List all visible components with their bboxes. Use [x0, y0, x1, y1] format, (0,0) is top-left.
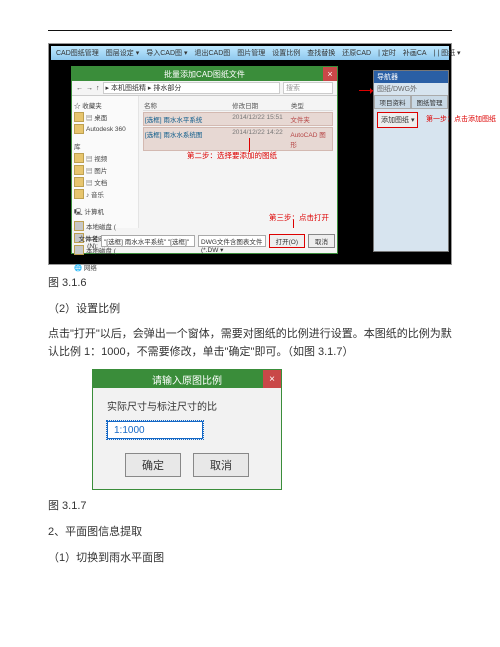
menu-item[interactable]: | 定时 [375, 48, 399, 58]
sidebar-item[interactable]: ▤ 桌面 [74, 111, 136, 123]
panel-title: 导航器 [374, 71, 448, 83]
filename-label: 文件名(N): [74, 233, 98, 250]
tab-project[interactable]: 项目资料 [374, 95, 411, 109]
paragraph: 点击"打开"以后，会弹出一个窗体，需要对图纸的比例进行设置。本图纸的比例为默认比… [48, 326, 452, 361]
figure-316: CAD图纸管理 图层设定 ▾ 导入CAD图 ▾ 退出CAD图 图片管理 设置比例… [48, 43, 452, 265]
disk-icon [74, 221, 84, 231]
sidebar-item[interactable]: ▤ 文档 [74, 176, 136, 188]
panel-tabs: 项目资料 图纸管理 [374, 95, 448, 109]
figure-caption: 图 3.1.6 [48, 275, 452, 293]
filter-select[interactable]: DWG文件含图表文件(*.DW ▾ [198, 235, 266, 247]
list-item[interactable]: [选框] 雨水水系统图2014/12/22 14:22AutoCAD 图形 [143, 127, 333, 151]
filename-input[interactable]: "[选框] 雨水水平系统" "[选框]" [101, 235, 195, 247]
list-item[interactable]: [选框] 雨水水平系统2014/12/22 15:51文件夹 [143, 112, 333, 126]
sidebar-item[interactable]: ▤ 视频 [74, 152, 136, 164]
section-heading: （1）切换到雨水平面图 [48, 550, 452, 568]
close-icon[interactable]: × [263, 370, 281, 388]
sidebar-item[interactable]: 🌐 网络 [74, 261, 136, 273]
annotation-step1: 第一步：点击添加图纸 [426, 114, 496, 124]
sidebar-item[interactable]: Autodesk 360 [74, 123, 136, 135]
fwd-icon[interactable]: → [86, 85, 93, 92]
folder-icon [74, 189, 84, 199]
menu-item[interactable]: 图层设定 ▾ [103, 48, 142, 58]
sidebar-item[interactable]: ♪ 音乐 [74, 188, 136, 200]
menu-item[interactable]: 退出CAD图 [192, 48, 234, 58]
open-button[interactable]: 打开(O) [269, 234, 305, 248]
dialog-title: 批量添加CAD图纸文件 × [72, 67, 337, 81]
up-icon[interactable]: ↑ [96, 85, 100, 92]
menu-item[interactable]: CAD图纸管理 [53, 48, 102, 58]
folder-icon [74, 153, 84, 163]
menu-item[interactable]: | | 图纸 ▾ [431, 48, 464, 58]
menu-item[interactable]: 设置比例 [269, 48, 303, 58]
dialog-title-text: 请输入原图比例 [152, 372, 222, 387]
dialog-title-text: 批量添加CAD图纸文件 [164, 69, 245, 80]
path-field[interactable]: ▸ 本机图纸精 ▸ 排水部分 [103, 82, 281, 94]
folder-icon [74, 165, 84, 175]
sidebar-item[interactable]: ☆ 收藏夹 [74, 99, 136, 111]
folder-icon [74, 124, 84, 134]
sidebar-item[interactable]: 库 [74, 140, 136, 152]
folder-icon [74, 177, 84, 187]
panel-hint: 图纸/DWG外 [374, 83, 448, 95]
menu-item[interactable]: 还原CAD [339, 48, 374, 58]
dialog-sidebar: ☆ 收藏夹 ▤ 桌面 Autodesk 360 库 ▤ 视频 ▤ 图片 ▤ 文档… [72, 96, 139, 228]
cancel-button[interactable]: 取消 [308, 234, 335, 248]
annotation-step3: 第三步：点击打开 [269, 212, 329, 223]
folder-icon [74, 112, 84, 122]
ok-button[interactable]: 确定 [125, 453, 181, 477]
cancel-button[interactable]: 取消 [193, 453, 249, 477]
scale-input[interactable]: 1:1000 [107, 421, 203, 439]
app-toolbar: CAD图纸管理 图层设定 ▾ 导入CAD图 ▾ 退出CAD图 图片管理 设置比例… [51, 46, 449, 60]
menu-item[interactable]: 导入CAD图 ▾ [143, 48, 190, 58]
file-list: 名称修改日期类型 [选框] 雨水水平系统2014/12/22 15:51文件夹 … [139, 96, 337, 228]
dialog-nav: ← → ↑ ▸ 本机图纸精 ▸ 排水部分 搜索 [72, 81, 337, 96]
close-icon[interactable]: × [323, 67, 337, 81]
add-drawing-button[interactable]: 添加图纸 ▾ [377, 112, 418, 128]
right-panel: 导航器 图纸/DWG外 项目资料 图纸管理 添加图纸 ▾ [373, 70, 449, 252]
figure-caption: 图 3.1.7 [48, 498, 452, 516]
back-icon[interactable]: ← [76, 85, 83, 92]
annotation-step2: 第二步：选择要添加的图纸 [187, 150, 277, 161]
search-input[interactable]: 搜索 [283, 82, 333, 94]
menu-item[interactable]: 补画CA [400, 48, 430, 58]
scale-label: 实际尺寸与标注尺寸的比 [107, 398, 267, 413]
list-header: 名称修改日期类型 [143, 100, 333, 111]
dialog-title: 请输入原图比例 × [93, 370, 281, 388]
sidebar-item[interactable]: 🖳 计算机 [74, 205, 136, 220]
menu-item[interactable]: 图片管理 [234, 48, 268, 58]
section-heading: （2）设置比例 [48, 301, 452, 319]
arrow-icon [359, 90, 373, 91]
section-heading: 2、平面图信息提取 [48, 524, 452, 542]
dialog-footer: 文件名(N): "[选框] 雨水水平系统" "[选框]" DWG文件含图表文件(… [74, 231, 335, 251]
tab-drawing[interactable]: 图纸管理 [411, 95, 448, 109]
figure-317: 请输入原图比例 × 实际尺寸与标注尺寸的比 1:1000 确定 取消 [92, 369, 282, 490]
sidebar-item[interactable]: ▤ 图片 [74, 164, 136, 176]
menu-item[interactable]: 查找替换 [304, 48, 338, 58]
